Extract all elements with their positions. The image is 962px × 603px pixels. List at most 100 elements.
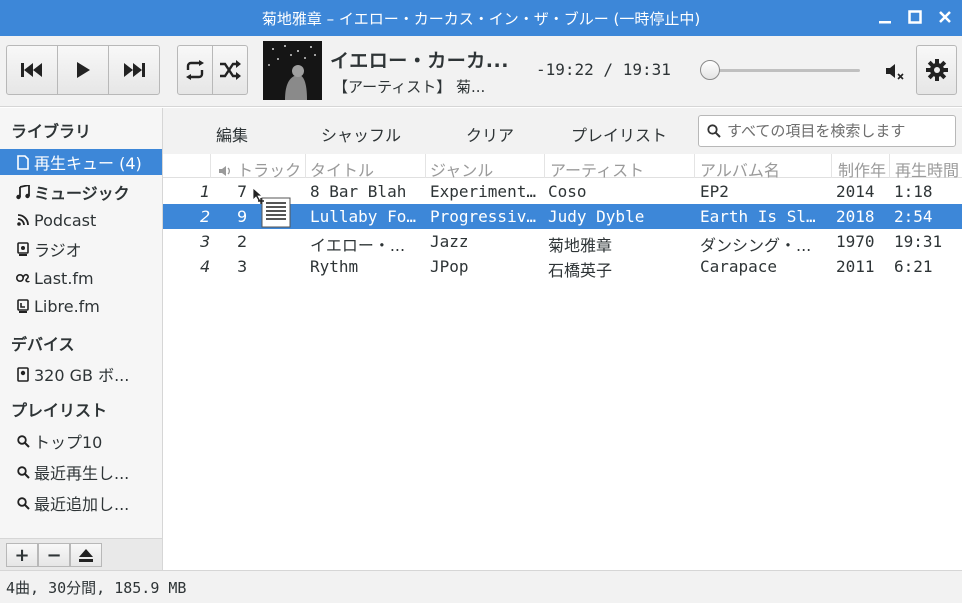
playlist-button[interactable]: プレイリスト [571, 122, 667, 146]
search-icon [707, 124, 721, 138]
column-header-album[interactable]: アルバム名 [700, 157, 780, 181]
column-header-genre[interactable]: ジャンル [430, 157, 493, 181]
sidebar-item-librefm[interactable]: Libre.fm [0, 293, 162, 319]
row-genre: Jazz [430, 232, 469, 251]
search-box[interactable] [698, 115, 956, 147]
column-header-year[interactable]: 制作年 [838, 157, 886, 181]
volume-button[interactable] [884, 61, 906, 81]
row-title: 8 Bar Blah [310, 182, 407, 201]
close-button[interactable] [936, 8, 954, 26]
sidebar-item-radio[interactable]: ラジオ [0, 236, 162, 262]
minimize-button[interactable] [876, 8, 894, 26]
row-duration: 2:54 [894, 207, 933, 226]
remove-button[interactable]: − [38, 543, 70, 567]
row-album: ダンシング・... [700, 236, 812, 255]
play-button[interactable] [57, 45, 109, 95]
next-button[interactable] [108, 45, 160, 95]
column-separator [210, 154, 211, 178]
row-year: 1970 [836, 232, 875, 251]
sidebar-item-label: ミュージック [34, 184, 130, 203]
seek-track[interactable] [706, 69, 860, 72]
maximize-icon [908, 10, 922, 24]
player-toolbar: イエロー・カーカ... 【アーティスト】 菊... -19:22 / 19:31 [0, 36, 962, 107]
music-note-icon [16, 184, 30, 200]
library-heading: ライブラリ [11, 122, 92, 141]
repeat-icon [186, 60, 204, 80]
table-row[interactable]: 3 2 イエロー・... Jazz 菊地雅章 ダンシング・... 1970 19… [163, 229, 962, 255]
sidebar-item-play-queue[interactable]: 再生キュー (4) [0, 149, 162, 175]
previous-button[interactable] [6, 45, 58, 95]
column-header-duration[interactable]: 再生時間 [895, 157, 959, 181]
eject-button[interactable] [70, 543, 102, 567]
row-album: Earth Is Sl… [700, 207, 816, 226]
album-art[interactable] [263, 41, 322, 100]
sidebar-item-device[interactable]: 320 GB ボ... [0, 361, 162, 387]
search-icon [16, 464, 30, 480]
sidebar-item-label: 320 GB ボ... [34, 366, 130, 385]
sidebar-item-label: Libre.fm [34, 296, 100, 316]
seek-slider[interactable] [700, 60, 860, 80]
search-icon [16, 495, 30, 511]
seek-handle[interactable] [700, 60, 720, 80]
mode-controls [177, 45, 248, 95]
clear-button[interactable]: クリア [466, 122, 514, 146]
table-row[interactable]: 4 3 Rythm JPop 石橋英子 Carapace 2011 6:21 [163, 254, 962, 280]
row-title: イエロー・... [310, 236, 406, 255]
now-playing-artist: 【アーティスト】 菊... [333, 78, 486, 96]
column-header-track-label: トラック [237, 161, 302, 180]
drive-icon [16, 366, 30, 382]
rss-icon [16, 212, 30, 228]
row-artist: Coso [548, 182, 587, 201]
row-track: 3 [237, 257, 248, 276]
close-icon [939, 11, 951, 23]
row-year: 2011 [836, 257, 875, 276]
window-title: 菊地雅章 – イエロー・カーカス・イン・ザ・ブルー (一時停止中) [261, 9, 701, 28]
playback-controls [6, 45, 160, 95]
row-genre: Experiment… [430, 182, 536, 201]
shuffle-button[interactable] [212, 45, 248, 95]
now-playing-title: イエロー・カーカ... [330, 50, 509, 72]
play-icon [77, 62, 90, 78]
play-queue-panel: 編集 シャッフル クリア プレイリスト トラック タイトル ジャンル アーティス… [163, 108, 962, 570]
column-header-artist[interactable]: アーティスト [550, 157, 644, 181]
sidebar-item-lastfm[interactable]: Last.fm [0, 265, 162, 291]
window-titlebar: 菊地雅章 – イエロー・カーカス・イン・ザ・ブルー (一時停止中) [0, 0, 962, 36]
sidebar-item-top10[interactable]: トップ10 [0, 428, 162, 454]
devices-heading: デバイス [11, 335, 75, 354]
gear-icon [925, 59, 948, 81]
settings-button[interactable] [916, 45, 957, 95]
row-title: Rythm [310, 257, 359, 276]
search-input[interactable] [727, 122, 947, 140]
row-artist: Judy Dyble [548, 207, 645, 226]
sidebar-item-label: 再生キュー (4) [34, 154, 142, 173]
repeat-button[interactable] [177, 45, 213, 95]
sidebar-item-recently-played[interactable]: 最近再生し... [0, 459, 162, 485]
skip-back-icon [21, 63, 42, 77]
column-separator [889, 154, 890, 178]
sidebar-item-label: 最近再生し... [34, 464, 130, 483]
add-button[interactable]: + [6, 543, 38, 567]
volume-muted-icon [886, 64, 904, 80]
sidebar-item-podcast[interactable]: Podcast [0, 207, 162, 233]
column-separator [305, 154, 306, 178]
column-header-track[interactable]: トラック [218, 157, 301, 181]
edit-button[interactable]: 編集 [216, 122, 248, 146]
sidebar-item-label: Podcast [34, 210, 97, 230]
sidebar-item-music[interactable]: ミュージック [0, 179, 162, 205]
album-cover-image [263, 41, 322, 100]
playback-time[interactable]: -19:22 / 19:31 [536, 60, 671, 79]
lastfm-icon [16, 270, 30, 286]
column-separator [694, 154, 695, 178]
column-separator [425, 154, 426, 178]
sidebar-item-recently-added[interactable]: 最近追加し... [0, 490, 162, 516]
window-controls [876, 8, 954, 26]
eject-icon [79, 548, 93, 562]
sidebar-item-label: ラジオ [34, 241, 82, 260]
column-header-title[interactable]: タイトル [310, 157, 374, 181]
maximize-button[interactable] [906, 8, 924, 26]
shuffle-queue-button[interactable]: シャッフル [321, 122, 401, 146]
row-track: 9 [237, 207, 248, 226]
sidebar: ライブラリ 再生キュー (4) ミュージック Podcast ラジオ Last.… [0, 108, 163, 570]
column-separator [831, 154, 832, 178]
row-genre: Progressiv… [430, 207, 536, 226]
